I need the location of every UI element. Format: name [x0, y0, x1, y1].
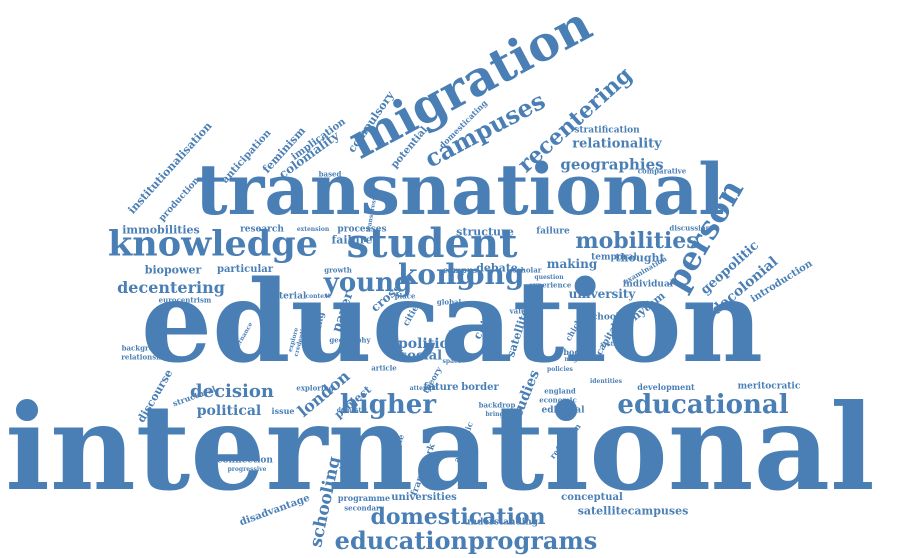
cloud-word-research: research — [240, 224, 284, 235]
cloud-word-editorial: editorial — [541, 405, 585, 416]
cloud-word-campus: campus — [442, 265, 478, 275]
cloud-word-biopower: biopower — [144, 263, 202, 277]
cloud-word-failure: failure — [536, 226, 570, 237]
cloud-word-mobilities: mobilities — [575, 228, 699, 254]
cloud-word-exploring: exploring — [296, 383, 334, 393]
cloud-word-school: school — [586, 312, 620, 323]
cloud-word-programme: programme — [337, 493, 391, 503]
cloud-word-social: social — [399, 348, 443, 364]
cloud-word-university: university — [568, 287, 636, 301]
cloud-word-way: way — [448, 328, 468, 339]
cloud-word-geography: geography — [329, 335, 371, 345]
cloud-word-making: making — [546, 257, 598, 271]
cloud-word-educationprograms: educationprograms — [334, 526, 598, 555]
cloud-word-backdrop: backdrop — [478, 400, 516, 410]
cloud-word-background: background — [121, 343, 169, 353]
cloud-word-context: context — [305, 293, 331, 300]
cloud-word-stratification: stratification — [574, 125, 640, 136]
cloud-word-growth: growth — [324, 265, 352, 275]
cloud-word-eurocentrism: eurocentrism — [158, 295, 212, 305]
cloud-word-identities: identities — [590, 378, 622, 385]
cloud-word-discussion: discussion — [669, 223, 711, 233]
cloud-word-economic: economic — [539, 395, 577, 405]
cloud-word-political: political — [196, 403, 262, 419]
cloud-word-global: global — [436, 297, 462, 307]
cloud-word-migrant: migrant — [564, 356, 592, 363]
cloud-word-material: material — [263, 291, 307, 302]
cloud-word-structure: structure — [456, 225, 514, 239]
cloud-word-domestic: domestic — [336, 407, 368, 414]
cloud-word-connection: connection — [217, 455, 273, 466]
cloud-word-debate: debate — [476, 261, 518, 275]
cloud-word-border: border — [461, 382, 499, 393]
cloud-word-bringing: bringing — [485, 411, 515, 418]
cloud-word-relationship: relationship — [121, 352, 169, 362]
cloud-word-based: based — [318, 169, 342, 179]
cloud-word-meritocratic: meritocratic — [737, 381, 801, 392]
cloud-word-universities: universities — [391, 492, 457, 503]
cloud-word-value: value — [509, 306, 531, 316]
cloud-word-temporal: temporal — [591, 252, 637, 263]
cloud-word-decentering: decentering — [117, 278, 225, 297]
word-cloud: international education transnational migra… — [0, 0, 900, 558]
cloud-word-comparative: comparative — [637, 166, 687, 176]
cloud-word-england: england — [544, 386, 576, 396]
cloud-word-relationality: relationality — [572, 136, 662, 152]
cloud-word-extension: extension — [296, 226, 330, 233]
cloud-word-policies: policies — [547, 366, 573, 373]
cloud-word-bodies: bodies — [563, 347, 593, 357]
cloud-word-failure: failure — [331, 233, 373, 247]
cloud-word-experience: experience — [528, 280, 572, 290]
cloud-word-issue: issue — [271, 406, 295, 416]
cloud-word-question: question — [534, 274, 564, 281]
cloud-word-secondary: secondary — [344, 503, 384, 513]
cloud-word-place: place — [394, 291, 416, 301]
cloud-word-space: space — [442, 358, 462, 365]
cloud-word-immobilities: immobilities — [122, 223, 200, 237]
cloud-word-scholar: scholar — [512, 265, 542, 275]
cloud-word-conceptual: conceptual — [561, 492, 623, 503]
cloud-word-article: article — [371, 363, 397, 373]
cloud-word-educational: educational — [617, 390, 789, 420]
cloud-word-development: development — [637, 382, 695, 392]
cloud-word-particular: particular — [216, 264, 274, 275]
cloud-word-understanding: understanding — [464, 517, 538, 528]
cloud-word-progressive: progressive — [227, 466, 267, 473]
cloud-word-system: system — [600, 341, 624, 348]
cloud-word-satellitecampuses: satellitecampuses — [577, 504, 689, 518]
